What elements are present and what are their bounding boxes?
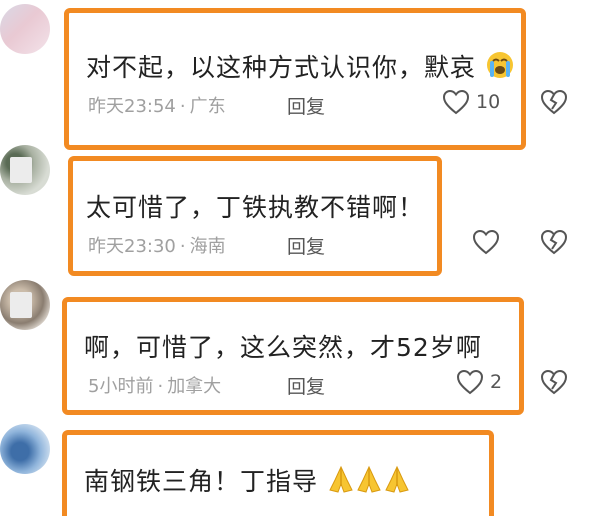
comment-location: 广东 <box>189 96 226 117</box>
comment-text: 太可惜了，丁铁执教不错啊！ <box>86 193 425 222</box>
comment-location: 加拿大 <box>167 376 222 397</box>
folded-hands-emoji <box>329 465 353 493</box>
like-button[interactable] <box>472 229 506 255</box>
reply-button[interactable]: 回复 <box>287 232 325 259</box>
like-button[interactable]: 10 <box>442 89 500 115</box>
folded-hands-emoji <box>357 465 381 493</box>
heart-outline-icon <box>472 229 500 255</box>
broken-heart-icon[interactable] <box>540 369 568 395</box>
like-count: 2 <box>490 371 503 393</box>
avatar[interactable] <box>0 424 50 474</box>
heart-outline-icon <box>456 369 484 395</box>
broken-heart-icon[interactable] <box>540 229 568 255</box>
loudly-crying-face-emoji <box>486 52 513 78</box>
like-count: 10 <box>476 91 501 113</box>
heart-outline-icon <box>442 89 470 115</box>
comment-time: 昨天23:54 <box>88 96 176 117</box>
comment-text: 对不起，以这种方式认识你，默哀 <box>86 48 515 84</box>
comment-text: 南钢铁三角！丁指导 <box>84 462 411 498</box>
reply-button[interactable]: 回复 <box>287 92 325 119</box>
comment-meta: 昨天23:30 · 海南 <box>88 236 226 257</box>
like-button[interactable]: 2 <box>456 369 502 395</box>
avatar[interactable] <box>0 145 50 195</box>
comment-time: 5小时前 <box>88 376 154 397</box>
avatar[interactable] <box>0 4 50 54</box>
comment-text: 啊，可惜了，这么突然，才52岁啊 <box>84 333 482 362</box>
comment-meta: 5小时前 · 加拿大 <box>88 376 222 397</box>
comment-time: 昨天23:30 <box>88 236 176 257</box>
avatar[interactable] <box>0 280 50 330</box>
comment-location: 海南 <box>189 236 226 257</box>
reply-button[interactable]: 回复 <box>287 372 325 399</box>
comment-meta: 昨天23:54 · 广东 <box>88 96 226 117</box>
broken-heart-icon[interactable] <box>540 89 568 115</box>
folded-hands-emoji <box>385 465 409 493</box>
